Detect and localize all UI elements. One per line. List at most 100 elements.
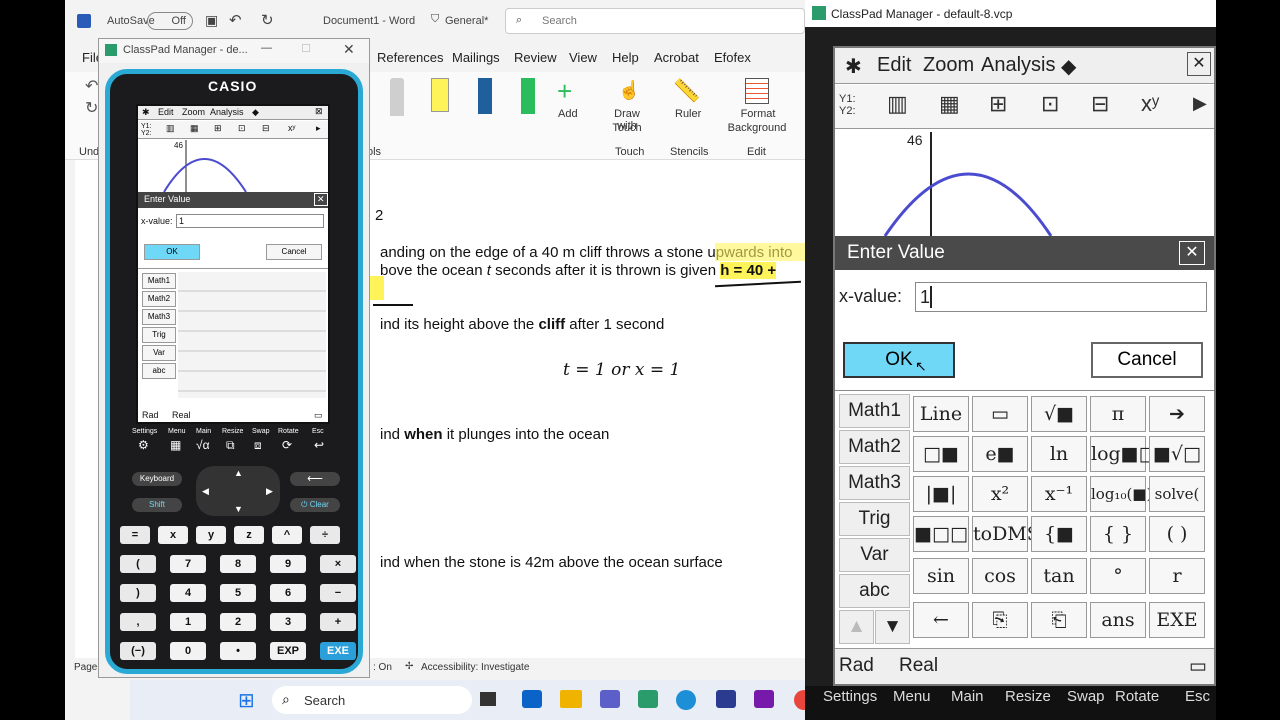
hw-key[interactable]: ,	[120, 613, 156, 631]
virtual-key[interactable]: log₁₀(■)	[1090, 476, 1152, 512]
small-more-icon[interactable]: ▸	[316, 123, 321, 134]
draw-touch-icon[interactable]: ☝	[618, 80, 640, 101]
small-xvalue-input[interactable]: 1	[176, 214, 324, 228]
hw-key[interactable]: 7	[170, 555, 206, 573]
hw-key[interactable]: 4	[170, 584, 206, 602]
small-main-icon[interactable]: √α	[196, 438, 210, 452]
dpad-left-icon[interactable]: ◀	[202, 486, 209, 497]
ruler-icon[interactable]: 📏	[673, 78, 700, 104]
big-tab-trig[interactable]: Trig	[839, 502, 910, 536]
small-tab-math2[interactable]: Math2	[142, 291, 176, 307]
format-bg-label2[interactable]: Background	[722, 122, 792, 134]
small-ok-button[interactable]: OK	[144, 244, 200, 260]
small-xy-icon[interactable]: xʸ	[288, 123, 295, 133]
virtual-key[interactable]: solve(	[1149, 476, 1205, 512]
format-background-icon[interactable]	[745, 78, 769, 104]
small-resize-icon[interactable]: ⧉	[226, 438, 235, 453]
tab-references[interactable]: References	[377, 50, 443, 65]
virtual-key[interactable]: π	[1090, 396, 1146, 432]
status-page[interactable]: Page	[74, 662, 97, 673]
tab-efofex[interactable]: Efofex	[714, 50, 751, 65]
backspace-button[interactable]: ⟵	[290, 472, 340, 486]
small-swap-label[interactable]: Swap	[252, 428, 270, 435]
sensitivity-label[interactable]: General*	[445, 15, 488, 27]
hw-key[interactable]: 9	[270, 555, 306, 573]
hw-key[interactable]: 8	[220, 555, 256, 573]
pen-blue-icon[interactable]	[478, 78, 492, 114]
big-rotate-label[interactable]: Rotate	[1115, 688, 1159, 705]
small-resize-label[interactable]: Resize	[222, 428, 243, 435]
big-settings-label[interactable]: Settings	[823, 688, 877, 705]
keyboard-button[interactable]: Keyboard	[132, 472, 182, 486]
hw-key[interactable]: ÷	[310, 526, 340, 544]
big-cancel-button[interactable]: Cancel	[1091, 342, 1203, 378]
virtual-key[interactable]: x⁻¹	[1031, 476, 1087, 512]
hw-key[interactable]: )	[120, 584, 156, 602]
big-tab-var[interactable]: Var	[839, 538, 910, 572]
autosave-toggle[interactable]: Off	[147, 12, 193, 30]
virtual-key[interactable]: ■□□	[913, 516, 969, 552]
small-zoombox-icon[interactable]: ⊡	[238, 123, 246, 134]
small-table-icon[interactable]: ▦	[190, 123, 199, 134]
big-main-label[interactable]: Main	[951, 688, 984, 705]
big-menu-edit[interactable]: Edit	[877, 54, 911, 77]
hw-key[interactable]: +	[320, 613, 356, 631]
big-y-icon[interactable]: Y1: Y2:	[839, 93, 856, 117]
redo-icon[interactable]: ↻	[261, 11, 274, 29]
hw-key[interactable]: ^	[272, 526, 302, 544]
virtual-key[interactable]: □■	[913, 436, 969, 472]
redo-ribbon-icon[interactable]: ↻	[85, 98, 98, 118]
virtual-key[interactable]: e■	[972, 436, 1028, 472]
hw-key[interactable]: ×	[320, 555, 356, 573]
add-pen-icon[interactable]: +	[557, 76, 572, 107]
hw-key[interactable]: 5	[220, 584, 256, 602]
hw-key[interactable]: 0	[170, 642, 206, 660]
small-grid-icon[interactable]: ▦	[170, 438, 181, 452]
small-main-label[interactable]: Main	[196, 428, 211, 435]
big-zoombox-icon[interactable]: ⊡	[1041, 91, 1059, 117]
maximize-icon[interactable]: ☐	[301, 42, 311, 55]
small-tab-trig[interactable]: Trig	[142, 327, 176, 343]
small-keypad-grid[interactable]	[178, 272, 326, 398]
big-trace-icon[interactable]: ⊟	[1091, 91, 1109, 117]
windows-start-icon[interactable]: ⊞	[238, 688, 255, 713]
save-icon[interactable]: ▣	[205, 12, 218, 29]
outlook-icon[interactable]	[522, 690, 542, 708]
virtual-key[interactable]: {■	[1031, 516, 1087, 552]
small-dialog-close-icon[interactable]: ✕	[314, 193, 328, 206]
tab-review[interactable]: Review	[514, 50, 557, 65]
teams-icon[interactable]	[600, 690, 620, 708]
edge-icon[interactable]	[676, 690, 696, 710]
small-settings-label[interactable]: Settings	[132, 428, 157, 435]
small-tab-var[interactable]: Var	[142, 345, 176, 361]
status-accessibility[interactable]: Accessibility: Investigate	[421, 662, 529, 673]
big-tab-math1[interactable]: Math1	[839, 394, 910, 428]
small-tab-math1[interactable]: Math1	[142, 273, 176, 289]
big-menu-analysis[interactable]: Analysis	[981, 54, 1055, 77]
small-tab-abc[interactable]: abc	[142, 363, 176, 379]
virtual-key[interactable]: toDMS	[972, 516, 1040, 552]
undo-icon[interactable]: ↶	[229, 11, 242, 29]
virtual-key[interactable]: ➔	[1149, 396, 1205, 432]
explorer-icon[interactable]	[560, 690, 582, 708]
word-search-box[interactable]: ⌕ Search	[505, 8, 805, 34]
hw-key[interactable]: (	[120, 555, 156, 573]
small-esc-label[interactable]: Esc	[312, 428, 324, 435]
hw-key[interactable]: 1	[170, 613, 206, 631]
dpad-up-icon[interactable]: ▲	[234, 468, 243, 478]
hw-key[interactable]: EXE	[320, 642, 356, 660]
small-y-icon[interactable]: Y1: Y2:	[141, 123, 152, 137]
small-graph-icon[interactable]: ▥	[166, 123, 175, 134]
small-zoom-icon[interactable]: ⊞	[214, 123, 222, 134]
big-zoom-icon[interactable]: ⊞	[989, 91, 1007, 117]
virtual-key[interactable]: sin	[913, 558, 969, 594]
minimize-icon[interactable]: —	[261, 42, 272, 54]
big-esc-label[interactable]: Esc	[1185, 688, 1210, 705]
shift-button[interactable]: Shift	[132, 498, 182, 512]
hw-key[interactable]: z	[234, 526, 264, 544]
big-graph-icon[interactable]: ▥	[887, 91, 908, 117]
tab-mailings[interactable]: Mailings	[452, 50, 500, 65]
small-gear-icon[interactable]: ⚙	[138, 438, 149, 452]
ruler-label[interactable]: Ruler	[675, 108, 701, 120]
draw-touch-label2[interactable]: Touch	[604, 122, 650, 134]
